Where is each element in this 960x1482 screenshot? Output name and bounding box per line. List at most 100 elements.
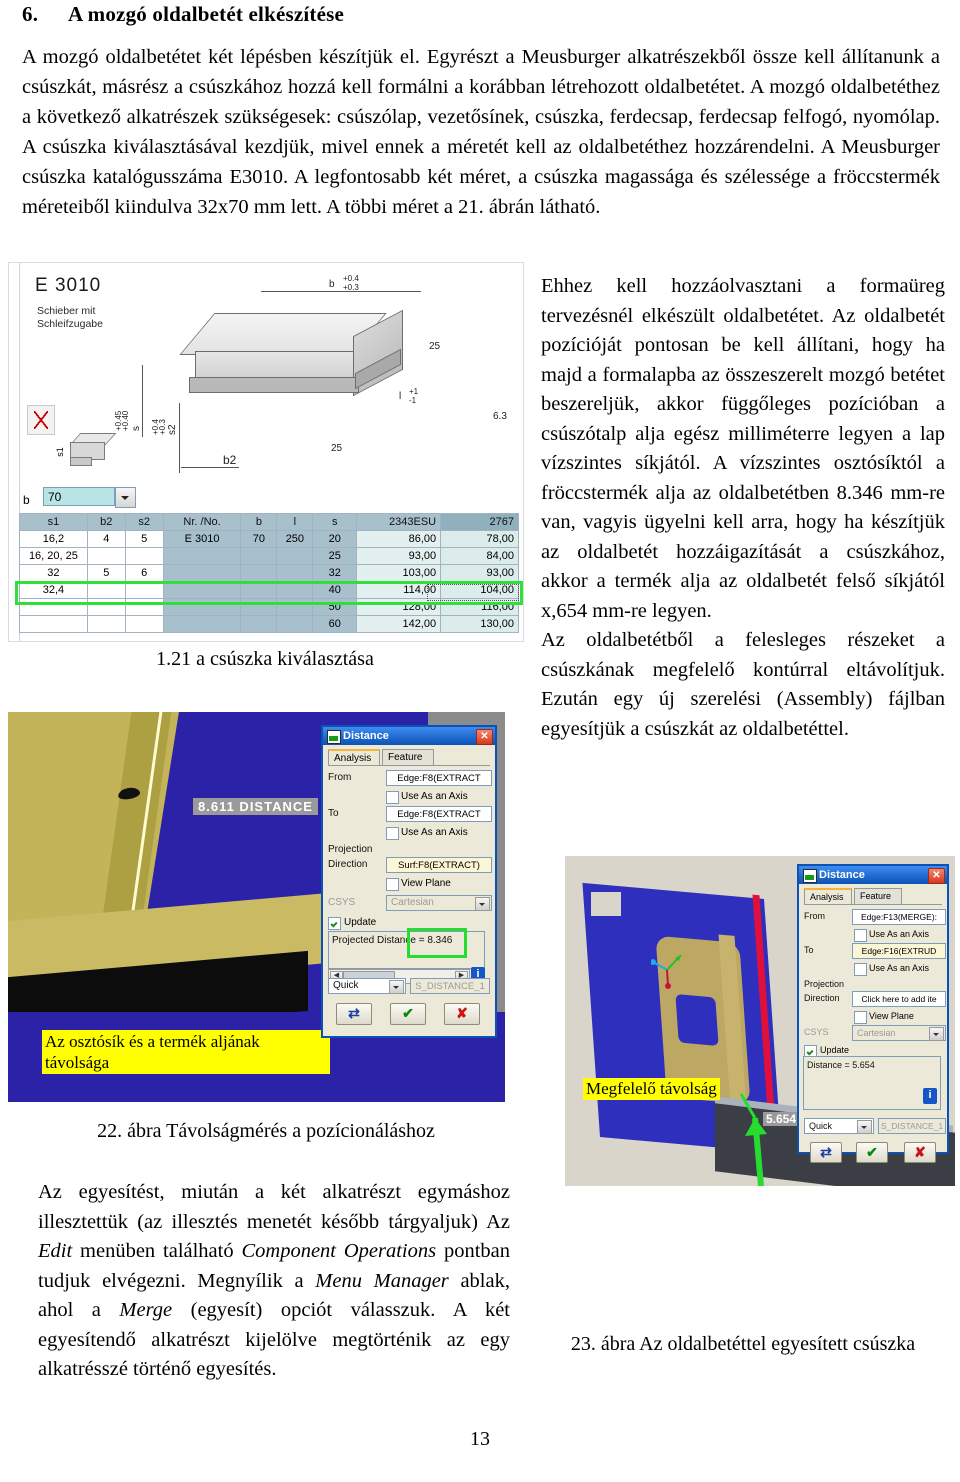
table-cell[interactable]: 4 [86, 530, 126, 548]
table-cell[interactable] [276, 547, 314, 565]
view-plane-checkbox[interactable] [854, 1011, 867, 1024]
flip-button[interactable]: ⇄ [336, 1003, 372, 1025]
projection-field[interactable]: Click here to add ite [852, 991, 946, 1007]
tab-analysis[interactable]: Analysis [804, 888, 852, 904]
table-cell[interactable]: 25 [312, 547, 358, 565]
chevron-down-icon[interactable] [389, 980, 404, 994]
pdf-icon[interactable] [27, 405, 55, 435]
table-cell[interactable]: 16, 20, 25 [19, 547, 88, 565]
table-cell[interactable] [276, 615, 314, 633]
b-selector-value[interactable]: 70 [43, 487, 115, 506]
table-cell[interactable]: 116,00 [440, 598, 519, 616]
flip-button[interactable]: ⇄ [810, 1142, 842, 1163]
close-icon[interactable]: ✕ [476, 729, 493, 745]
table-cell[interactable] [124, 547, 164, 565]
chevron-down-icon[interactable] [857, 1120, 872, 1134]
table-cell[interactable] [240, 598, 278, 616]
table-cell[interactable]: 93,00 [356, 547, 442, 565]
table-row[interactable]: 16, 20, 25 25 93,00 84,00 [19, 547, 519, 565]
distance-dialog-23[interactable]: Distance ✕ Analysis Feature From Edge:F1… [797, 864, 949, 1163]
table-cell[interactable] [19, 615, 88, 633]
table-cell[interactable] [162, 615, 242, 633]
tab-analysis[interactable]: Analysis [328, 749, 380, 765]
table-cell[interactable]: 130,00 [440, 615, 519, 633]
to-field[interactable]: Edge:F8(EXTRACT [386, 806, 492, 822]
table-cell[interactable]: 128,00 [356, 598, 442, 616]
table-cell[interactable]: 250 [276, 530, 314, 548]
table-cell[interactable] [162, 564, 242, 582]
chevron-down-icon[interactable] [115, 487, 136, 508]
from-field[interactable]: Edge:F13(MERGE): [852, 909, 946, 925]
table-header-b[interactable]: b [240, 513, 278, 531]
cancel-button[interactable]: ✘ [904, 1142, 936, 1163]
table-cell[interactable] [162, 598, 242, 616]
table-cell[interactable]: 70 [240, 530, 278, 548]
view-plane-checkbox[interactable] [386, 878, 399, 891]
from-axis-checkbox[interactable] [386, 791, 399, 804]
table-header-l[interactable]: l [276, 513, 314, 531]
table-cell[interactable]: 86,00 [356, 530, 442, 548]
table-cell[interactable] [162, 581, 242, 599]
mode-select[interactable]: Quick [328, 978, 406, 994]
tab-feature[interactable]: Feature [382, 749, 434, 765]
table-cell[interactable] [276, 598, 314, 616]
table-cell[interactable]: 40 [312, 581, 358, 599]
table-cell[interactable]: E 3010 [162, 530, 242, 548]
ok-button[interactable]: ✔ [856, 1142, 888, 1163]
dialog-titlebar[interactable]: Distance ✕ [799, 866, 947, 884]
table-cell[interactable]: 5 [124, 530, 164, 548]
table-cell[interactable] [240, 581, 278, 599]
table-cell[interactable]: 84,00 [440, 547, 519, 565]
table-header-s1[interactable]: s1 [19, 513, 88, 531]
table-cell[interactable]: 103,00 [356, 564, 442, 582]
projection-field[interactable]: Surf:F8(EXTRACT) [386, 857, 492, 873]
table-cell[interactable] [240, 615, 278, 633]
table-cell[interactable] [124, 598, 164, 616]
table-row[interactable]: 16,2 4 5 E 3010 70 250 20 86,00 78,00 [19, 530, 519, 548]
table-cell[interactable]: 5 [86, 564, 126, 582]
table-cell[interactable] [86, 547, 126, 565]
table-cell[interactable]: 60 [312, 615, 358, 633]
table-cell[interactable]: 78,00 [440, 530, 519, 548]
ok-button[interactable]: ✔ [390, 1003, 426, 1025]
table-header-2343esu[interactable]: 2343ESU [356, 513, 442, 531]
table-cell[interactable] [86, 581, 126, 599]
table-cell[interactable]: 20 [312, 530, 358, 548]
table-cell[interactable] [276, 564, 314, 582]
distance-dialog-22[interactable]: Distance ✕ Analysis Feature From Edge:F8… [321, 725, 497, 1038]
table-cell[interactable] [86, 615, 126, 633]
table-cell[interactable]: 142,00 [356, 615, 442, 633]
table-cell[interactable]: 104,00 [440, 581, 519, 599]
to-field[interactable]: Edge:F16(EXTRUD [852, 943, 946, 959]
dialog-titlebar[interactable]: Distance ✕ [323, 727, 495, 745]
table-cell[interactable] [86, 598, 126, 616]
cancel-button[interactable]: ✘ [444, 1003, 480, 1025]
table-cell[interactable] [124, 581, 164, 599]
table-header-nr-no-[interactable]: Nr. /No. [162, 513, 242, 531]
update-checkbox[interactable] [328, 917, 341, 930]
from-field[interactable]: Edge:F8(EXTRACT [386, 770, 492, 786]
table-row[interactable]: 32 5 6 32 103,00 93,00 [19, 564, 519, 582]
table-cell[interactable] [19, 598, 88, 616]
info-icon[interactable]: i [923, 1088, 937, 1104]
table-cell[interactable]: 6 [124, 564, 164, 582]
table-row[interactable]: 60 142,00 130,00 [19, 615, 519, 633]
from-axis-checkbox[interactable] [854, 929, 867, 942]
table-cell[interactable]: 114,00 [356, 581, 442, 599]
table-cell[interactable] [240, 547, 278, 565]
to-axis-checkbox[interactable] [854, 963, 867, 976]
table-row[interactable]: 32,4 40 114,00 104,00 [19, 581, 519, 599]
table-cell[interactable]: 32 [312, 564, 358, 582]
table-cell[interactable]: 32 [19, 564, 88, 582]
table-header-s2[interactable]: s2 [124, 513, 164, 531]
name-field[interactable]: S_DISTANCE_1 [410, 978, 490, 994]
mode-select[interactable]: Quick [804, 1118, 874, 1134]
table-header-s[interactable]: s [312, 513, 358, 531]
tab-feature[interactable]: Feature [854, 888, 902, 904]
name-field[interactable]: S_DISTANCE_1 [878, 1118, 946, 1134]
table-header-2767[interactable]: 2767 [440, 513, 519, 531]
table-cell[interactable]: 50 [312, 598, 358, 616]
table-cell[interactable] [124, 615, 164, 633]
table-cell[interactable]: 93,00 [440, 564, 519, 582]
table-cell[interactable]: 16,2 [19, 530, 88, 548]
